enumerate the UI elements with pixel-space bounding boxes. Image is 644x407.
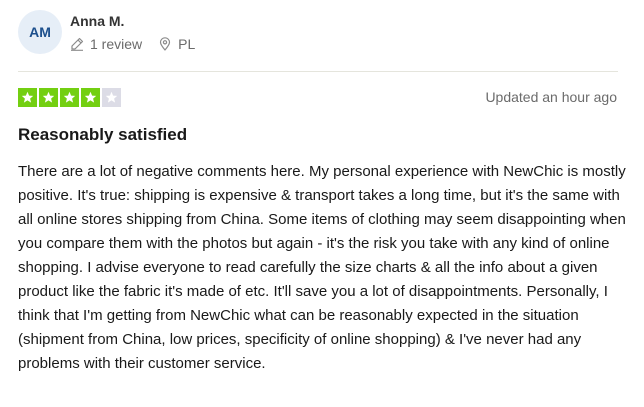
star-filled-icon — [39, 88, 58, 107]
star-rating — [18, 88, 123, 107]
reviewer-header: AM Anna M. 1 review PL — [18, 10, 195, 54]
star-empty-icon — [102, 88, 121, 107]
pencil-icon — [70, 37, 84, 51]
review-date: Updated an hour ago — [485, 89, 617, 105]
star-filled-icon — [18, 88, 37, 107]
review-body: There are a lot of negative comments her… — [18, 163, 626, 372]
reviewer-location: PL — [158, 36, 195, 52]
reviewer-name[interactable]: Anna M. — [70, 12, 195, 30]
star-filled-icon — [60, 88, 79, 107]
avatar[interactable]: AM — [18, 10, 62, 54]
location-pin-icon — [158, 37, 172, 51]
star-filled-icon — [81, 88, 100, 107]
country-label: PL — [178, 36, 196, 52]
reviewer-info: Anna M. 1 review PL — [70, 12, 195, 52]
review-title[interactable]: Reasonably satisfied — [18, 125, 187, 145]
reviewer-meta: 1 review PL — [70, 36, 195, 52]
divider — [18, 71, 618, 72]
review-count-label: 1 review — [90, 36, 143, 52]
review-count: 1 review — [70, 36, 142, 52]
